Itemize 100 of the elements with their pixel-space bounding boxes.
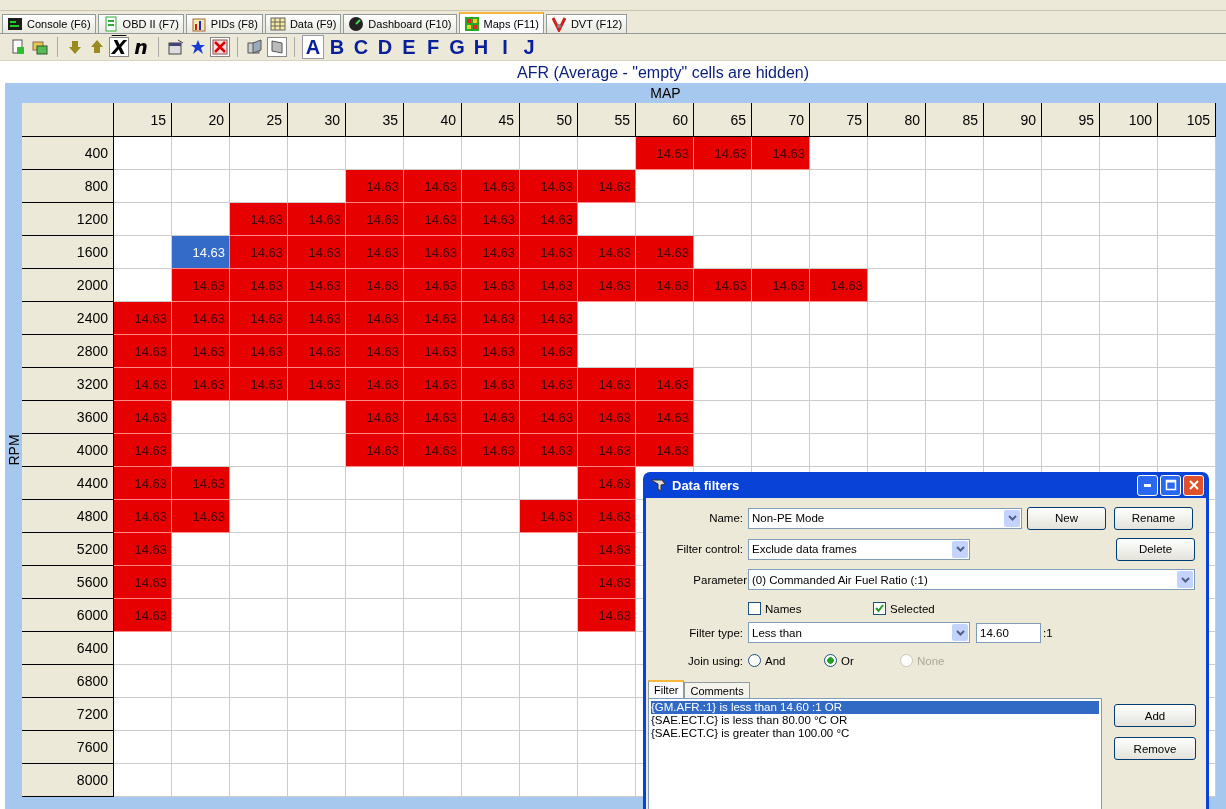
table-cell[interactable] <box>1100 434 1158 467</box>
close-button[interactable] <box>1183 474 1204 496</box>
table-cell[interactable] <box>346 665 404 698</box>
table-cell[interactable] <box>578 665 636 698</box>
table-cell[interactable] <box>1158 269 1216 302</box>
table-cell[interactable] <box>230 500 288 533</box>
table-cell[interactable] <box>288 467 346 500</box>
letter-button[interactable]: G <box>446 35 468 59</box>
table-cell[interactable] <box>462 764 520 797</box>
table-cell[interactable] <box>984 401 1042 434</box>
table-cell[interactable] <box>520 698 578 731</box>
list-item[interactable]: {SAE.ECT.C} is greater than 100.00 °C <box>651 727 1099 740</box>
table-cell[interactable] <box>462 467 520 500</box>
table-cell[interactable]: 14.63 <box>752 269 810 302</box>
table-cell[interactable] <box>172 533 230 566</box>
table-cell[interactable]: 14.63 <box>636 236 694 269</box>
table-cell[interactable] <box>346 698 404 731</box>
table-cell[interactable] <box>1042 335 1100 368</box>
table-cell[interactable] <box>114 632 172 665</box>
letter-button[interactable]: I <box>494 35 516 59</box>
table-cell[interactable]: 14.63 <box>346 368 404 401</box>
letter-button[interactable]: C <box>350 35 372 59</box>
table-cell[interactable] <box>172 137 230 170</box>
table-cell[interactable] <box>230 731 288 764</box>
table-cell[interactable] <box>520 665 578 698</box>
table-cell[interactable] <box>288 698 346 731</box>
map-folder-icon[interactable] <box>245 37 265 57</box>
parameter-dropdown[interactable]: (0) Commanded Air Fuel Ratio (:1) <box>748 569 1195 590</box>
table-cell[interactable] <box>1100 368 1158 401</box>
table-cell[interactable]: 14.63 <box>810 269 868 302</box>
table-cell[interactable] <box>1158 434 1216 467</box>
table-cell[interactable]: 14.63 <box>114 566 172 599</box>
table-cell[interactable]: 14.63 <box>520 500 578 533</box>
table-cell[interactable]: 14.63 <box>288 368 346 401</box>
table-cell[interactable] <box>172 764 230 797</box>
table-cell[interactable] <box>984 170 1042 203</box>
table-cell[interactable] <box>462 566 520 599</box>
tab[interactable]: DVT (F12) <box>545 14 628 33</box>
table-cell[interactable] <box>868 170 926 203</box>
table-cell[interactable] <box>578 302 636 335</box>
table-cell[interactable] <box>172 599 230 632</box>
table-cell[interactable]: 14.63 <box>114 467 172 500</box>
list-item[interactable]: {GM.AFR.:1} is less than 14.60 :1 OR <box>651 701 1099 714</box>
table-cell[interactable] <box>926 203 984 236</box>
table-cell[interactable] <box>1100 401 1158 434</box>
table-cell[interactable] <box>172 665 230 698</box>
table-cell[interactable] <box>346 632 404 665</box>
letter-button[interactable]: B <box>326 35 348 59</box>
table-cell[interactable] <box>1100 269 1158 302</box>
table-cell[interactable]: 14.63 <box>404 236 462 269</box>
table-cell[interactable] <box>114 137 172 170</box>
toolbar-button[interactable]: n <box>131 37 151 57</box>
table-cell[interactable] <box>752 434 810 467</box>
table-cell[interactable] <box>694 434 752 467</box>
table-cell[interactable]: 14.63 <box>230 236 288 269</box>
checked-checkbox[interactable] <box>873 602 886 615</box>
table-cell[interactable] <box>346 467 404 500</box>
table-cell[interactable]: 14.63 <box>578 170 636 203</box>
table-cell[interactable] <box>404 533 462 566</box>
table-cell[interactable]: 14.63 <box>578 368 636 401</box>
table-cell[interactable]: 14.63 <box>114 500 172 533</box>
letter-button[interactable]: A <box>302 35 324 59</box>
table-cell[interactable] <box>810 335 868 368</box>
table-cell[interactable] <box>1158 368 1216 401</box>
table-cell[interactable] <box>114 203 172 236</box>
table-cell[interactable] <box>1042 434 1100 467</box>
table-cell[interactable] <box>578 632 636 665</box>
table-cell[interactable] <box>984 137 1042 170</box>
tab[interactable]: Filter <box>648 680 685 698</box>
table-cell[interactable]: 14.63 <box>288 236 346 269</box>
table-cell[interactable] <box>1100 302 1158 335</box>
table-cell[interactable] <box>694 368 752 401</box>
table-cell[interactable] <box>1158 236 1216 269</box>
table-cell[interactable]: 14.63 <box>114 302 172 335</box>
table-cell[interactable] <box>462 698 520 731</box>
table-cell[interactable]: 14.63 <box>230 302 288 335</box>
table-cell[interactable] <box>288 137 346 170</box>
table-cell[interactable] <box>578 698 636 731</box>
table-cell[interactable] <box>984 269 1042 302</box>
table-cell[interactable] <box>114 698 172 731</box>
table-cell[interactable]: 14.63 <box>114 599 172 632</box>
table-cell[interactable]: 14.63 <box>636 137 694 170</box>
table-cell[interactable] <box>346 764 404 797</box>
table-cell[interactable] <box>868 401 926 434</box>
radio-button[interactable] <box>824 654 837 667</box>
table-cell[interactable]: 14.63 <box>462 236 520 269</box>
table-cell[interactable] <box>520 731 578 764</box>
table-cell[interactable] <box>694 203 752 236</box>
table-cell[interactable] <box>404 500 462 533</box>
table-cell[interactable]: 14.63 <box>520 203 578 236</box>
list-item[interactable]: {SAE.ECT.C} is less than 80.00 °C OR <box>651 714 1099 727</box>
table-cell[interactable]: 14.63 <box>404 401 462 434</box>
tab[interactable]: PIDs (F8) <box>185 14 263 33</box>
table-cell[interactable]: 14.63 <box>462 203 520 236</box>
add-button[interactable]: Add <box>1114 704 1196 727</box>
table-cell[interactable] <box>520 764 578 797</box>
remove-button[interactable]: Remove <box>1114 737 1196 760</box>
table-cell[interactable]: 14.63 <box>288 203 346 236</box>
table-cell[interactable] <box>230 434 288 467</box>
table-cell[interactable] <box>346 533 404 566</box>
